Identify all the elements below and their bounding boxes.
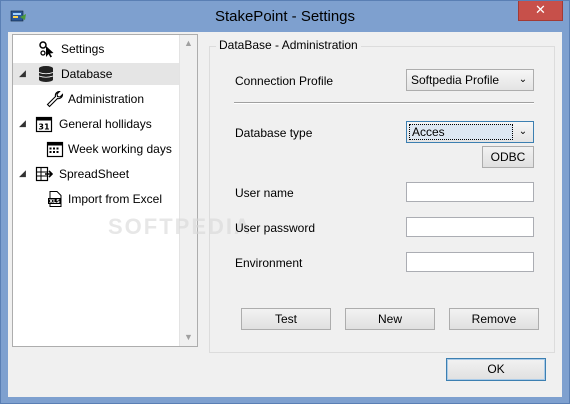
title-bar[interactable]: StakePoint - Settings ✕ xyxy=(1,1,569,32)
environment-input[interactable] xyxy=(406,252,534,272)
tree-item-label: SpreadSheet xyxy=(59,167,130,181)
calendar-grid-icon xyxy=(46,141,64,158)
svg-text:31: 31 xyxy=(38,123,50,132)
tree-item-label: Import from Excel xyxy=(68,192,163,206)
chevron-down-icon: ⌄ xyxy=(518,74,528,85)
tree-item-settings[interactable]: Settings xyxy=(13,38,181,60)
scroll-down-icon[interactable]: ▼ xyxy=(180,329,197,346)
connection-profile-value: Softpedia Profile xyxy=(411,73,500,87)
odbc-button[interactable]: ODBC xyxy=(482,146,534,168)
user-name-input[interactable] xyxy=(406,182,534,202)
user-password-label: User password xyxy=(235,221,316,235)
collapse-icon[interactable]: ◢ xyxy=(19,169,28,178)
new-button[interactable]: New xyxy=(345,308,435,330)
connection-profile-select[interactable]: Softpedia Profile ⌄ xyxy=(406,69,534,91)
tree-item-spreadsheet[interactable]: ◢ SpreadSheet xyxy=(13,163,181,185)
tree-scrollbar[interactable]: ▲ ▼ xyxy=(179,35,197,346)
tree-item-database[interactable]: ◢ Database xyxy=(13,63,181,85)
window-title: StakePoint - Settings xyxy=(214,8,356,25)
settings-cursor-icon xyxy=(39,41,54,58)
close-icon: ✕ xyxy=(535,2,546,17)
user-name-label: User name xyxy=(235,186,294,200)
separator xyxy=(234,102,534,104)
close-button[interactable]: ✕ xyxy=(518,1,563,21)
tree-item-label: Week working days xyxy=(68,142,172,156)
environment-label: Environment xyxy=(235,256,303,270)
test-button[interactable]: Test xyxy=(241,308,331,330)
xls-file-icon: XLS xyxy=(48,191,62,207)
calendar-31-icon: 31 xyxy=(35,116,53,133)
ok-button[interactable]: OK xyxy=(446,358,546,381)
tree-item-label: General hollidays xyxy=(59,117,152,131)
database-type-value: Acces xyxy=(409,124,513,140)
tree-item-label: Database xyxy=(61,67,113,81)
spreadsheet-export-icon xyxy=(35,166,53,182)
scroll-up-icon[interactable]: ▲ xyxy=(180,35,197,52)
collapse-icon[interactable]: ◢ xyxy=(19,69,28,78)
tree-item-administration[interactable]: Administration xyxy=(13,88,181,110)
settings-tree[interactable]: Settings ◢ Database Administration ◢ 31 … xyxy=(12,34,198,347)
database-administration-group: DataBase - Administration Connection Pro… xyxy=(209,38,555,353)
wrench-icon xyxy=(46,90,64,108)
client-area: Settings ◢ Database Administration ◢ 31 … xyxy=(8,32,562,397)
tree-item-general-hollidays[interactable]: ◢ 31 General hollidays xyxy=(13,113,181,135)
collapse-icon[interactable]: ◢ xyxy=(19,119,28,128)
database-type-select[interactable]: Acces ⌄ xyxy=(406,121,534,143)
svg-text:XLS: XLS xyxy=(49,199,60,205)
database-icon xyxy=(38,66,54,82)
tree-item-label: Administration xyxy=(68,92,145,106)
tree-item-week-working-days[interactable]: Week working days xyxy=(13,138,181,160)
user-password-input[interactable] xyxy=(406,217,534,237)
remove-button[interactable]: Remove xyxy=(449,308,539,330)
database-type-label: Database type xyxy=(235,126,313,140)
tree-item-label: Settings xyxy=(61,42,105,56)
tree-item-import-from-excel[interactable]: XLS Import from Excel xyxy=(13,188,181,210)
connection-profile-label: Connection Profile xyxy=(235,74,334,88)
settings-window: StakePoint - Settings ✕ Settings ◢ Datab… xyxy=(0,0,570,404)
group-title: DataBase - Administration xyxy=(216,38,361,52)
chevron-down-icon: ⌄ xyxy=(518,126,528,137)
